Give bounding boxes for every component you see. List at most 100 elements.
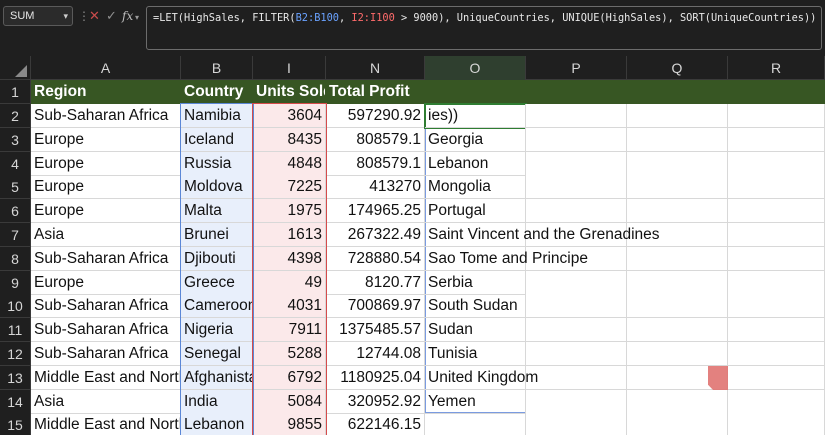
column-header-i[interactable]: I [253, 56, 326, 80]
cell-profit[interactable]: 808579.1 [326, 128, 425, 152]
cell-country[interactable]: India [181, 390, 253, 414]
row-header[interactable]: 4 [0, 152, 31, 176]
cell-region[interactable]: Europe [31, 199, 181, 223]
cell-q[interactable] [627, 199, 728, 223]
row-header[interactable]: 9 [0, 271, 31, 295]
cell-spill-o[interactable]: South Sudan [425, 294, 526, 318]
close-icon[interactable]: ✕ [89, 6, 100, 26]
cell-spill-o[interactable]: Portugal [425, 199, 526, 223]
cell-units[interactable]: 5288 [253, 342, 326, 366]
cell-r[interactable] [728, 104, 825, 128]
cell-region[interactable]: Middle East and North Africa [31, 413, 181, 435]
cell-region[interactable]: Asia [31, 223, 181, 247]
row-header[interactable]: 15 [0, 413, 31, 435]
insert-function-button[interactable]: fx [122, 6, 133, 26]
name-box[interactable]: SUM ▾ [3, 6, 73, 26]
column-header-r[interactable]: R [728, 56, 825, 80]
row-header[interactable]: 12 [0, 342, 31, 366]
row-header[interactable]: 1 [0, 80, 31, 104]
column-header-o[interactable]: O [425, 56, 526, 80]
cell-q[interactable] [627, 413, 728, 435]
cell-country[interactable]: Djibouti [181, 247, 253, 271]
cell-spill-o[interactable]: Georgia [425, 128, 526, 152]
cell-country[interactable]: Senegal [181, 342, 253, 366]
cell-spill-o[interactable]: Lebanon [425, 152, 526, 176]
row-header[interactable]: 7 [0, 223, 31, 247]
cell-country[interactable]: Greece [181, 271, 253, 295]
cell-r[interactable] [728, 318, 825, 342]
cell-q[interactable] [627, 294, 728, 318]
cell-r[interactable] [728, 199, 825, 223]
row-header[interactable]: 6 [0, 199, 31, 223]
cell-r[interactable] [728, 128, 825, 152]
cell-profit[interactable]: 622146.15 [326, 413, 425, 435]
cell-p[interactable] [526, 104, 627, 128]
cell-country[interactable]: Russia [181, 152, 253, 176]
cell-p[interactable] [526, 294, 627, 318]
cell-q[interactable] [627, 271, 728, 295]
cell-p[interactable] [526, 128, 627, 152]
cell-spill-o[interactable] [425, 413, 526, 435]
cell-country[interactable]: Malta [181, 199, 253, 223]
cell-region[interactable]: Sub-Saharan Africa [31, 294, 181, 318]
cell-units[interactable]: 4398 [253, 247, 326, 271]
chevron-down-icon[interactable]: ▾ [63, 7, 68, 25]
cell-region[interactable]: Europe [31, 128, 181, 152]
cell-q[interactable] [627, 128, 728, 152]
cell-country[interactable]: Iceland [181, 128, 253, 152]
cell-r[interactable] [728, 247, 825, 271]
cell-spill-o[interactable]: Yemen [425, 390, 526, 414]
cell-spill-o[interactable]: United Kingdom [425, 366, 538, 390]
row-header[interactable]: 5 [0, 175, 31, 199]
cell-profit[interactable]: 597290.92 [326, 104, 425, 128]
column-header-n[interactable]: N [326, 56, 425, 80]
cell-p[interactable] [526, 271, 627, 295]
cell-units[interactable]: 49 [253, 271, 326, 295]
cell-profit[interactable]: 267322.49 [326, 223, 425, 247]
cell-units[interactable]: 3604 [253, 104, 326, 128]
row-header[interactable]: 10 [0, 294, 31, 318]
cell-profit[interactable]: 12744.08 [326, 342, 425, 366]
cell-r[interactable] [728, 152, 825, 176]
formula-input[interactable]: =LET(HighSales, FILTER(B2:B100, I2:I100 … [146, 6, 822, 50]
cell-r[interactable] [728, 413, 825, 435]
cell-region[interactable]: Middle East and North Africa [31, 366, 181, 390]
cell-r[interactable] [728, 342, 825, 366]
cell-profit[interactable]: 413270 [326, 175, 425, 199]
cell-profit[interactable]: 1180925.04 [326, 366, 425, 390]
row-header[interactable]: 8 [0, 247, 31, 271]
cell-units[interactable]: 8435 [253, 128, 326, 152]
cell-region[interactable]: Europe [31, 175, 181, 199]
select-all-button[interactable] [0, 56, 31, 80]
cell-country[interactable]: Afghanistan [181, 366, 253, 390]
cell-p[interactable] [526, 366, 627, 390]
cell-r[interactable] [728, 175, 825, 199]
cell-region[interactable]: Europe [31, 152, 181, 176]
cell-units[interactable]: 4031 [253, 294, 326, 318]
cell-region[interactable]: Sub-Saharan Africa [31, 342, 181, 366]
cell-profit[interactable]: 174965.25 [326, 199, 425, 223]
cell-country[interactable]: Moldova [181, 175, 253, 199]
cell-profit[interactable]: 1375485.57 [326, 318, 425, 342]
cell-spill-o[interactable]: Serbia [425, 271, 526, 295]
cell-p[interactable] [526, 413, 627, 435]
header-cell-region[interactable]: Region [31, 80, 181, 104]
cell-country[interactable]: Lebanon [181, 413, 253, 435]
cell-region[interactable]: Asia [31, 390, 181, 414]
cell-spill-o[interactable]: Mongolia [425, 175, 526, 199]
cell-units[interactable]: 6792 [253, 366, 326, 390]
cell-q[interactable] [627, 390, 728, 414]
cell-spill-o[interactable]: Saint Vincent and the Grenadines [425, 223, 660, 247]
cell-profit[interactable]: 700869.97 [326, 294, 425, 318]
column-header-p[interactable]: P [526, 56, 627, 80]
row-header[interactable]: 2 [0, 104, 31, 128]
cell-region[interactable]: Sub-Saharan Africa [31, 318, 181, 342]
cell-spill-o[interactable]: Sudan [425, 318, 526, 342]
header-cell-units[interactable]: Units Sold [253, 80, 326, 104]
cell-p[interactable] [526, 318, 627, 342]
column-header-a[interactable]: A [31, 56, 181, 80]
cell-units[interactable]: 5084 [253, 390, 326, 414]
header-cell-country[interactable]: Country [181, 80, 253, 104]
cell-profit[interactable]: 808579.1 [326, 152, 425, 176]
cell-units[interactable]: 1975 [253, 199, 326, 223]
